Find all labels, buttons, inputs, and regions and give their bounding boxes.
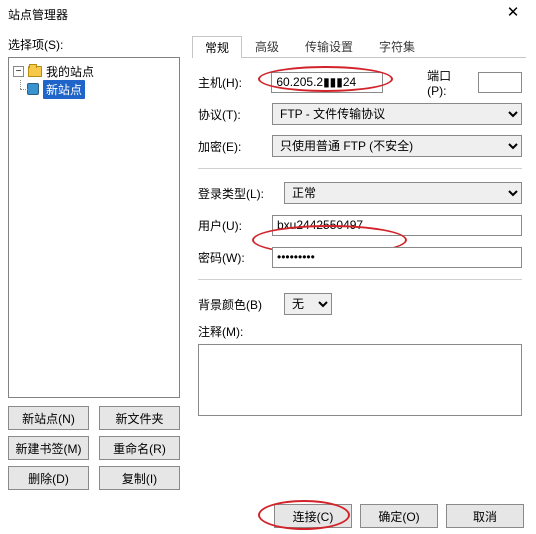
separator bbox=[198, 168, 522, 169]
logintype-select[interactable]: 正常 bbox=[284, 182, 522, 204]
password-input[interactable] bbox=[272, 247, 522, 268]
bgcolor-select[interactable]: 无 bbox=[284, 293, 332, 315]
copy-button[interactable]: 复制(I) bbox=[99, 466, 180, 490]
protocol-label: 协议(T): bbox=[198, 106, 264, 123]
comment-textarea[interactable] bbox=[198, 344, 522, 416]
comment-label: 注释(M): bbox=[198, 323, 264, 340]
separator-2 bbox=[198, 279, 522, 280]
tree-expander-icon[interactable]: − bbox=[13, 66, 24, 77]
logintype-label: 登录类型(L): bbox=[198, 185, 276, 202]
tree-site-label: 新站点 bbox=[43, 80, 85, 99]
tree-root-row[interactable]: − 我的站点 bbox=[11, 62, 177, 80]
host-label: 主机(H): bbox=[198, 74, 263, 91]
window-title: 站点管理器 bbox=[8, 6, 68, 23]
tree-root-label: 我的站点 bbox=[46, 63, 94, 80]
new-site-button[interactable]: 新站点(N) bbox=[8, 406, 89, 430]
site-tree[interactable]: − 我的站点 新站点 bbox=[8, 57, 180, 398]
user-input[interactable] bbox=[272, 215, 522, 236]
encryption-select[interactable]: 只使用普通 FTP (不安全) bbox=[272, 135, 522, 157]
new-bookmark-button[interactable]: 新建书签(M) bbox=[8, 436, 89, 460]
bgcolor-label: 背景颜色(B) bbox=[198, 296, 276, 313]
site-icon bbox=[27, 83, 39, 95]
user-label: 用户(U): bbox=[198, 217, 264, 234]
protocol-select[interactable]: FTP - 文件传输协议 bbox=[272, 103, 522, 125]
encryption-label: 加密(E): bbox=[198, 138, 264, 155]
tab-charset[interactable]: 字符集 bbox=[366, 35, 428, 57]
new-folder-button[interactable]: 新文件夹 bbox=[99, 406, 180, 430]
host-input[interactable] bbox=[271, 72, 383, 93]
delete-button[interactable]: 删除(D) bbox=[8, 466, 89, 490]
tab-advanced[interactable]: 高级 bbox=[242, 35, 292, 57]
tree-site-row[interactable]: 新站点 bbox=[11, 80, 177, 98]
port-label: 端口(P): bbox=[427, 67, 470, 98]
folder-icon bbox=[28, 66, 42, 77]
ok-button[interactable]: 确定(O) bbox=[360, 504, 438, 528]
cancel-button[interactable]: 取消 bbox=[446, 504, 524, 528]
password-label: 密码(W): bbox=[198, 249, 264, 266]
tab-transfer[interactable]: 传输设置 bbox=[292, 35, 366, 57]
select-entry-label: 选择项(S): bbox=[8, 36, 180, 53]
close-icon: ✕ bbox=[507, 4, 520, 21]
connect-button[interactable]: 连接(C) bbox=[274, 504, 352, 528]
port-input[interactable] bbox=[478, 72, 522, 93]
tab-bar: 常规 高级 传输设置 字符集 bbox=[192, 34, 526, 58]
rename-button[interactable]: 重命名(R) bbox=[99, 436, 180, 460]
window-close-button[interactable]: ✕ bbox=[496, 2, 530, 26]
tab-general[interactable]: 常规 bbox=[192, 36, 242, 58]
